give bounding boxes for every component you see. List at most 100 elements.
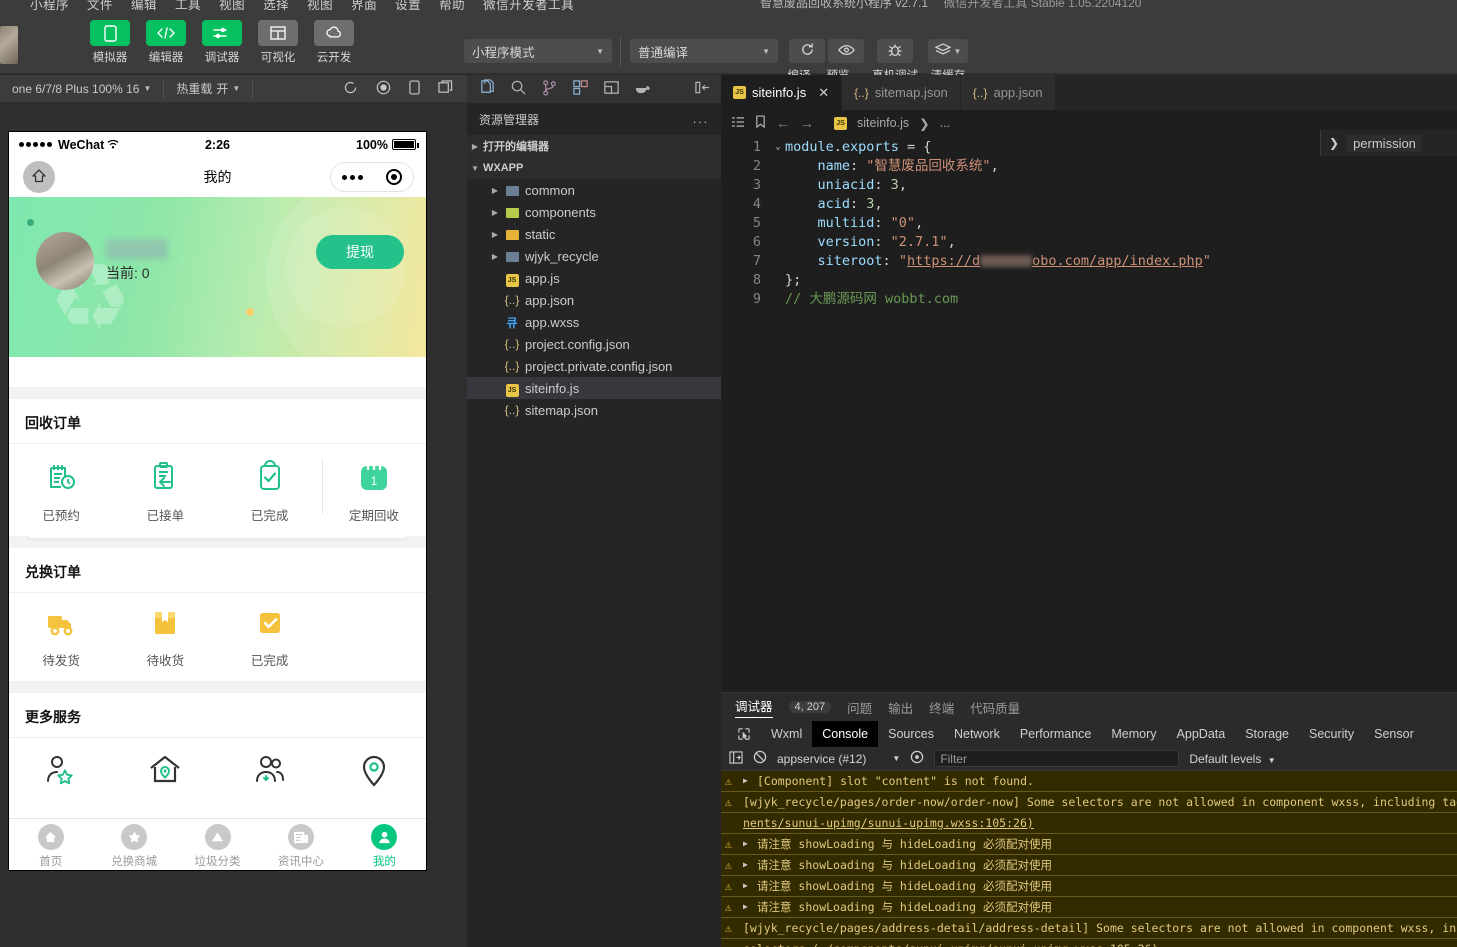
console-message-link[interactable]: nents/sunui-upimg/sunui-upimg.wxss:105:2… bbox=[743, 816, 1034, 830]
compile-mode-select[interactable]: 小程序模式 ▼ bbox=[464, 39, 612, 63]
toolbar-simulator-button[interactable]: 模拟器 bbox=[86, 20, 134, 65]
expand-triangle-icon[interactable]: ▶ bbox=[743, 900, 751, 914]
devtools-tab-appdata[interactable]: AppData bbox=[1167, 721, 1236, 747]
expand-triangle-icon[interactable]: ▶ bbox=[743, 858, 751, 872]
order-status-accepted[interactable]: 已接单 bbox=[113, 460, 217, 524]
devtools-tab-network[interactable]: Network bbox=[944, 721, 1010, 747]
service-address[interactable] bbox=[113, 754, 217, 799]
explorer-item-app-json[interactable]: {..} app.json bbox=[467, 289, 721, 311]
service-membership[interactable] bbox=[9, 754, 113, 799]
devtools-tab-console[interactable]: Console bbox=[812, 721, 878, 747]
real-device-debug-button[interactable] bbox=[877, 39, 913, 63]
menu-item[interactable]: 编辑 bbox=[131, 0, 157, 13]
explorer-item-common[interactable]: ▶ common bbox=[467, 179, 721, 201]
devtools-tab-sources[interactable]: Sources bbox=[878, 721, 944, 747]
fold-toggle-icon[interactable] bbox=[771, 271, 785, 290]
devtools-tab-code-quality[interactable]: 代码质量 bbox=[970, 698, 1020, 717]
fold-toggle-icon[interactable] bbox=[771, 233, 785, 252]
expand-triangle-icon[interactable]: ▶ bbox=[743, 774, 751, 788]
device-icon[interactable] bbox=[409, 80, 420, 98]
nav-back-icon[interactable]: ← bbox=[776, 115, 790, 131]
service-invite[interactable] bbox=[218, 754, 322, 799]
preview-button[interactable] bbox=[828, 39, 864, 63]
devtools-tab-output[interactable]: 输出 bbox=[888, 698, 913, 717]
console-message[interactable]: ⚠▶请注意 showLoading 与 hideLoading 必须配对使用 bbox=[721, 855, 1457, 876]
exchange-status-pending-ship[interactable]: 待发货 bbox=[9, 609, 113, 669]
devtools-tab-storage[interactable]: Storage bbox=[1235, 721, 1299, 747]
menu-item[interactable]: 文件 bbox=[87, 0, 113, 13]
avatar[interactable] bbox=[36, 232, 94, 290]
menu-item[interactable]: 小程序 bbox=[30, 0, 69, 13]
compile-button[interactable] bbox=[789, 39, 825, 63]
console-context-select[interactable]: appservice (#12) ▼ bbox=[777, 752, 900, 766]
console-message-continuation[interactable]: selectors.(./components/sunui-upimg/sunu… bbox=[721, 939, 1457, 947]
menu-item[interactable]: 帮助 bbox=[439, 0, 465, 13]
order-status-booked[interactable]: 已预约 bbox=[9, 460, 113, 524]
device-select[interactable]: one 6/7/8 Plus 100% 16 ▼ bbox=[0, 75, 163, 103]
console-message[interactable]: ⚠▶[Component] slot "content" is not foun… bbox=[721, 771, 1457, 792]
explorer-item-project-private-config[interactable]: {..} project.private.config.json bbox=[467, 355, 721, 377]
console-settings-icon[interactable] bbox=[910, 750, 924, 767]
devtools-tab-memory[interactable]: Memory bbox=[1101, 721, 1166, 747]
devtools-tab-security[interactable]: Security bbox=[1299, 721, 1364, 747]
breadcrumb-more[interactable]: ... bbox=[940, 116, 950, 130]
console-filter-input[interactable]: Filter bbox=[934, 750, 1179, 767]
exchange-status-pending-receive[interactable]: 待收货 bbox=[113, 609, 217, 669]
code-editor[interactable]: 1⌄module.exports = {2 name: "智慧废品回收系统",3… bbox=[721, 136, 1457, 309]
fold-toggle-icon[interactable] bbox=[771, 195, 785, 214]
console-message-list[interactable]: ⚠▶[Component] slot "content" is not foun… bbox=[721, 771, 1457, 947]
explorer-item-components[interactable]: ▶ components bbox=[467, 201, 721, 223]
toolbar-editor-button[interactable]: 编辑器 bbox=[142, 20, 190, 65]
console-levels-select[interactable]: Default levels ▼ bbox=[1189, 752, 1275, 766]
devtools-tab-performance[interactable]: Performance bbox=[1010, 721, 1102, 747]
menu-item[interactable]: 工具 bbox=[175, 0, 201, 13]
editor-tab-app-json[interactable]: {..} app.json bbox=[961, 75, 1056, 110]
explorer-more-button[interactable]: ... bbox=[693, 112, 709, 126]
more-dots-icon[interactable] bbox=[342, 175, 363, 180]
fold-toggle-icon[interactable]: ⌄ bbox=[771, 138, 785, 157]
search-icon[interactable] bbox=[510, 79, 527, 99]
tabbar-item-sorting[interactable]: 垃圾分类 bbox=[176, 819, 259, 870]
console-message[interactable]: ⚠▶请注意 showLoading 与 hideLoading 必须配对使用 bbox=[721, 834, 1457, 855]
console-sidebar-toggle-icon[interactable] bbox=[729, 751, 743, 767]
expand-triangle-icon[interactable]: ▶ bbox=[743, 879, 751, 893]
explorer-item-sitemap-json[interactable]: {..} sitemap.json bbox=[467, 399, 721, 421]
record-icon[interactable] bbox=[376, 80, 391, 98]
fold-toggle-icon[interactable] bbox=[771, 252, 785, 271]
refresh-icon[interactable] bbox=[343, 80, 358, 98]
editor-tab-sitemap-json[interactable]: {..} sitemap.json bbox=[842, 75, 961, 110]
explorer-item-wjyk-recycle[interactable]: ▶ wjyk_recycle bbox=[467, 245, 721, 267]
permission-peek-widget[interactable]: ❯ permission bbox=[1320, 130, 1457, 156]
fold-toggle-icon[interactable] bbox=[771, 157, 785, 176]
menu-item[interactable]: 视图 bbox=[219, 0, 245, 13]
menu-item[interactable]: 微信开发者工具 bbox=[483, 0, 574, 13]
fold-toggle-icon[interactable] bbox=[771, 214, 785, 233]
devtools-tab-terminal[interactable]: 终端 bbox=[929, 698, 954, 717]
hot-reload-select[interactable]: 热重载 开 ▼ bbox=[164, 75, 252, 103]
menu-item[interactable]: 视图 bbox=[307, 0, 333, 13]
expand-triangle-icon[interactable]: ▶ bbox=[743, 837, 751, 851]
toolbar-debugger-button[interactable]: 调试器 bbox=[198, 20, 246, 65]
console-message[interactable]: ⚠▶请注意 showLoading 与 hideLoading 必须配对使用 bbox=[721, 876, 1457, 897]
wechat-capsule[interactable] bbox=[330, 162, 414, 192]
explorer-item-app-wxss[interactable]: 큐 app.wxss bbox=[467, 311, 721, 333]
docker-icon[interactable] bbox=[634, 80, 652, 98]
menu-item[interactable]: 界面 bbox=[351, 0, 377, 13]
inspect-element-icon[interactable] bbox=[727, 721, 761, 747]
explorer-project-root[interactable]: ▼ WXAPP bbox=[467, 157, 721, 179]
fold-toggle-icon[interactable] bbox=[771, 176, 785, 195]
explorer-item-project-config[interactable]: {..} project.config.json bbox=[467, 333, 721, 355]
explorer-item-siteinfo-js[interactable]: JS siteinfo.js bbox=[467, 377, 721, 399]
remote-icon[interactable] bbox=[603, 79, 620, 99]
console-message[interactable]: ⚠[wjyk_recycle/pages/address-detail/addr… bbox=[721, 918, 1457, 939]
target-icon[interactable] bbox=[386, 169, 402, 185]
toolbar-cloud-button[interactable]: 云开发 bbox=[310, 20, 358, 65]
tabbar-item-home[interactable]: 首页 bbox=[9, 819, 92, 870]
console-message-continuation[interactable]: nents/sunui-upimg/sunui-upimg.wxss:105:2… bbox=[721, 813, 1457, 834]
console-message[interactable]: ⚠[wjyk_recycle/pages/order-now/order-now… bbox=[721, 792, 1457, 813]
order-status-periodic[interactable]: 1 定期回收 bbox=[322, 460, 426, 524]
breadcrumb-file[interactable]: siteinfo.js bbox=[857, 116, 909, 130]
devtools-tab-problems[interactable]: 问题 bbox=[847, 698, 872, 717]
console-message-link[interactable]: selectors.(./components/sunui-upimg/sunu… bbox=[743, 942, 1158, 947]
devtools-tab-sensor[interactable]: Sensor bbox=[1364, 721, 1424, 747]
